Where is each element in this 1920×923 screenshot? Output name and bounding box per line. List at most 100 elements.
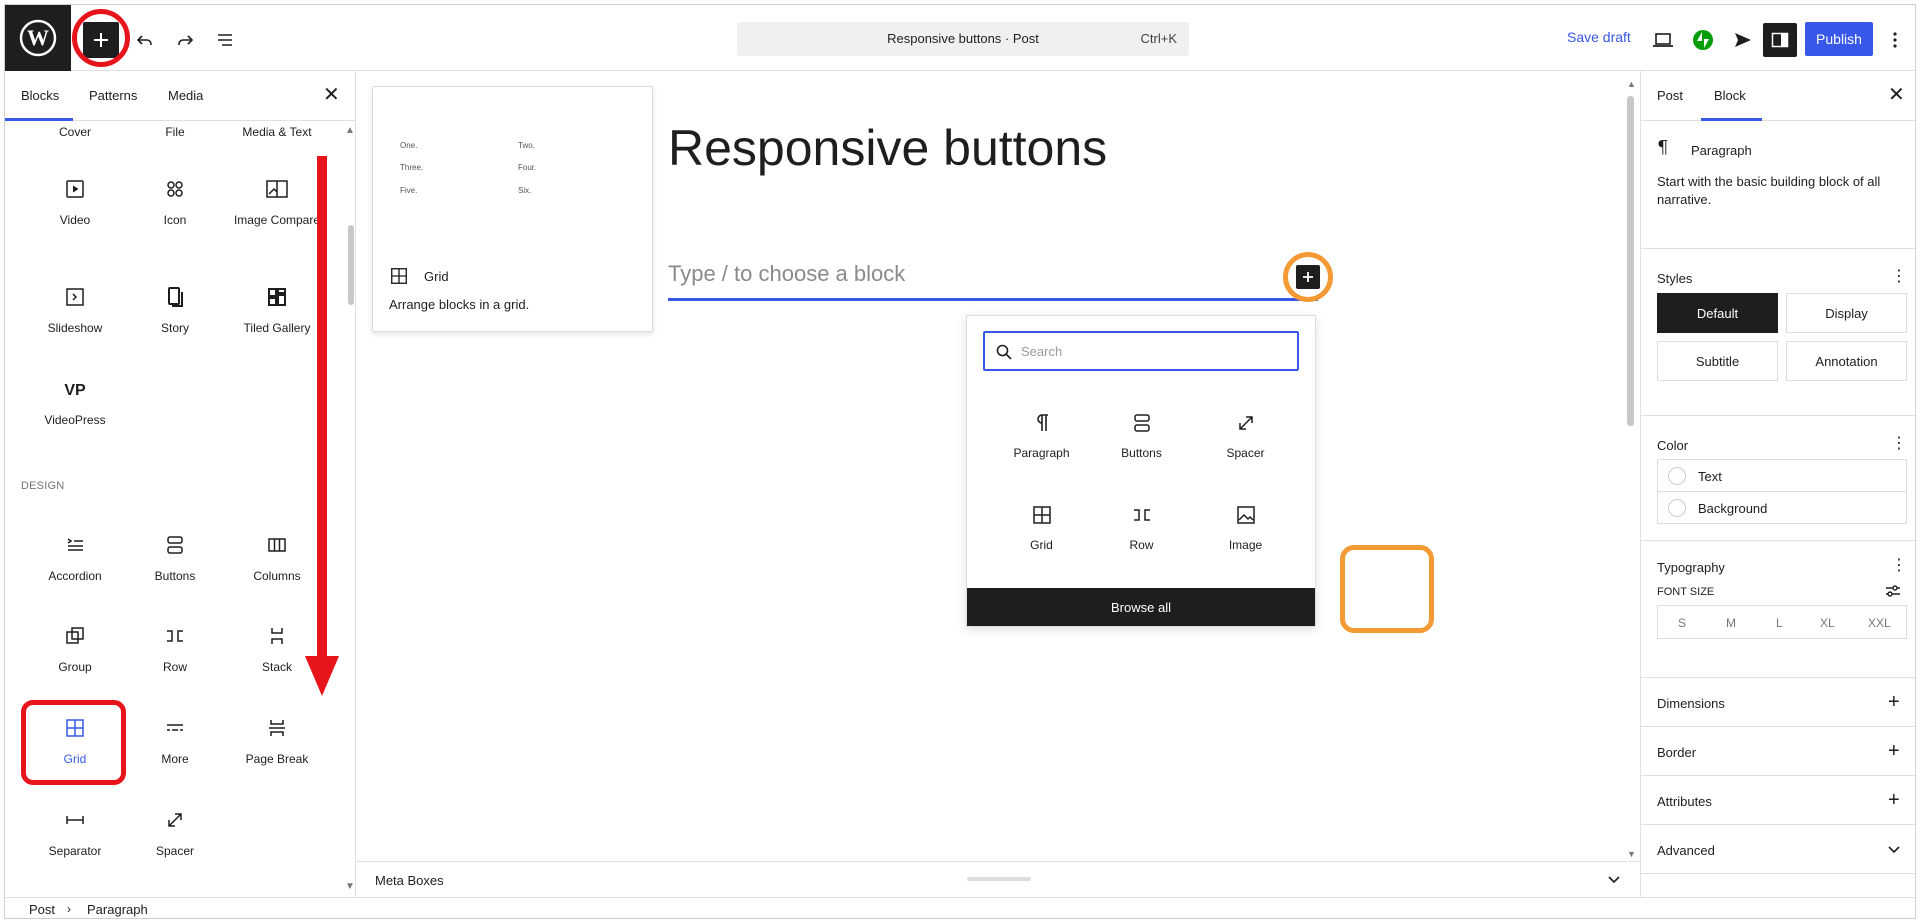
chevron-down-icon[interactable] (1607, 874, 1621, 886)
document-overview-button[interactable] (207, 22, 243, 58)
image-icon (1236, 506, 1255, 524)
typography-options-icon[interactable]: ⋮ (1891, 558, 1907, 574)
row-icon (1133, 509, 1150, 521)
canvas-scrollbar[interactable] (1627, 96, 1634, 426)
buttons-icon (167, 536, 183, 554)
block-separator[interactable]: Separator (25, 808, 125, 859)
jetpack-button[interactable] (1685, 22, 1721, 58)
tab-blocks[interactable]: Blocks (21, 88, 59, 103)
options-button[interactable] (1877, 22, 1913, 58)
block-accordion[interactable]: Accordion (25, 533, 125, 584)
style-display-button[interactable]: Display (1786, 293, 1907, 333)
settings-sidebar-toggle[interactable] (1763, 23, 1797, 57)
paragraph-focus-line (668, 298, 1318, 301)
scroll-up-icon[interactable]: ▲ (345, 125, 355, 136)
tab-patterns[interactable]: Patterns (89, 88, 137, 103)
tab-block[interactable]: Block (1714, 88, 1746, 103)
block-group[interactable]: Group (25, 624, 125, 675)
font-size-xxl[interactable]: XXL (1868, 616, 1891, 630)
chevron-down-icon[interactable] (1887, 844, 1901, 856)
styles-options-icon[interactable]: ⋮ (1891, 269, 1907, 285)
block-story[interactable]: Story (125, 285, 225, 336)
undo-button[interactable] (127, 22, 163, 58)
breadcrumb-post[interactable]: Post (29, 902, 55, 917)
inserter-item-paragraph[interactable]: Paragraph (989, 410, 1094, 460)
grid-icon (1032, 506, 1051, 524)
document-title: Responsive buttons · Post (887, 31, 1039, 46)
advanced-panel[interactable]: Advanced (1641, 825, 1915, 874)
browse-all-button[interactable]: Browse all (967, 588, 1315, 626)
block-video[interactable]: Video (25, 177, 125, 228)
block-page-break[interactable]: Page Break (227, 716, 327, 767)
video-icon (66, 180, 84, 198)
columns-icon (268, 538, 286, 552)
font-size-m[interactable]: M (1726, 616, 1736, 630)
redo-button[interactable] (167, 22, 203, 58)
color-options-icon[interactable]: ⋮ (1891, 436, 1907, 452)
inserter-item-grid[interactable]: Grid (989, 502, 1094, 552)
command-palette-bar[interactable]: Responsive buttons · Post Ctrl+K (737, 22, 1189, 56)
search-input[interactable]: Search (983, 331, 1299, 371)
block-row[interactable]: Row (125, 624, 225, 675)
preview-button[interactable] (1645, 22, 1681, 58)
post-title[interactable]: Responsive buttons (668, 119, 1107, 177)
scroll-down-icon[interactable]: ▼ (345, 881, 355, 892)
font-size-xl[interactable]: XL (1820, 616, 1835, 630)
color-text-row[interactable]: Text (1657, 459, 1907, 492)
inserter-item-buttons[interactable]: Buttons (1089, 410, 1194, 460)
breadcrumb-paragraph[interactable]: Paragraph (87, 902, 148, 917)
inserter-tabs: Blocks Patterns Media ✕ (5, 71, 355, 121)
font-size-s[interactable]: S (1678, 616, 1686, 630)
preview-cell: Five. (400, 186, 418, 195)
tab-post[interactable]: Post (1657, 88, 1683, 103)
laptop-icon (1653, 33, 1673, 47)
border-panel[interactable]: Border + (1641, 727, 1915, 776)
quick-inserter-popover: Search Paragraph Buttons Spacer Grid Row (966, 315, 1316, 627)
publicize-button[interactable] (1725, 22, 1761, 58)
color-background-row[interactable]: Background (1657, 491, 1907, 524)
preview-cell: Four. (518, 163, 537, 172)
resize-handle[interactable] (967, 877, 1031, 881)
style-annotation-button[interactable]: Annotation (1786, 341, 1907, 381)
block-buttons[interactable]: Buttons (125, 533, 225, 584)
publish-button[interactable]: Publish (1805, 22, 1873, 56)
list-view-icon (218, 34, 232, 46)
block-cover[interactable]: Cover (25, 125, 125, 140)
block-media-text[interactable]: Media & Text (227, 125, 327, 140)
plus-icon[interactable]: + (1888, 790, 1900, 810)
inserter-scrollbar[interactable] (348, 225, 354, 305)
wordpress-logo-icon[interactable]: W (5, 5, 71, 71)
block-card-description: Start with the basic building block of a… (1657, 174, 1881, 207)
save-draft-button[interactable]: Save draft (1567, 29, 1631, 45)
paragraph-placeholder[interactable]: Type / to choose a block (668, 261, 905, 287)
custom-size-icon[interactable] (1885, 584, 1901, 598)
settings-sidebar: Post Block ✕ ¶ Paragraph Start with the … (1640, 71, 1915, 897)
top-toolbar: W Responsive buttons · Post Ctrl+K Save … (5, 5, 1915, 71)
canvas-scroll-up-icon[interactable]: ▲ (1627, 79, 1636, 89)
block-icon[interactable]: Icon (125, 177, 225, 228)
inserter-item-row[interactable]: Row (1089, 502, 1194, 552)
style-subtitle-button[interactable]: Subtitle (1657, 341, 1778, 381)
dimensions-panel[interactable]: Dimensions + (1641, 678, 1915, 727)
inserter-item-spacer[interactable]: Spacer (1193, 410, 1298, 460)
close-sidebar-icon[interactable]: ✕ (1888, 85, 1905, 105)
block-spacer[interactable]: Spacer (125, 808, 225, 859)
block-file[interactable]: File (125, 125, 225, 140)
attributes-panel[interactable]: Attributes + (1641, 776, 1915, 825)
block-more[interactable]: More (125, 716, 225, 767)
plus-icon[interactable]: + (1888, 692, 1900, 712)
tab-media[interactable]: Media (168, 88, 203, 103)
plus-icon[interactable]: + (1888, 741, 1900, 761)
canvas-scroll-down-icon[interactable]: ▼ (1627, 849, 1636, 859)
row-icon (167, 630, 183, 642)
inserter-item-image[interactable]: Image (1193, 502, 1298, 552)
style-default-button[interactable]: Default (1657, 293, 1778, 333)
close-inserter-icon[interactable]: ✕ (323, 85, 340, 105)
block-card: ¶ Paragraph Start with the basic buildin… (1641, 121, 1915, 249)
meta-boxes-bar[interactable]: Meta Boxes (357, 861, 1639, 897)
font-size-l[interactable]: L (1776, 616, 1783, 630)
block-videopress[interactable]: VP VideoPress (25, 377, 125, 428)
color-heading: Color (1657, 438, 1689, 453)
block-slideshow[interactable]: Slideshow (25, 285, 125, 336)
spacer-icon (168, 813, 182, 827)
